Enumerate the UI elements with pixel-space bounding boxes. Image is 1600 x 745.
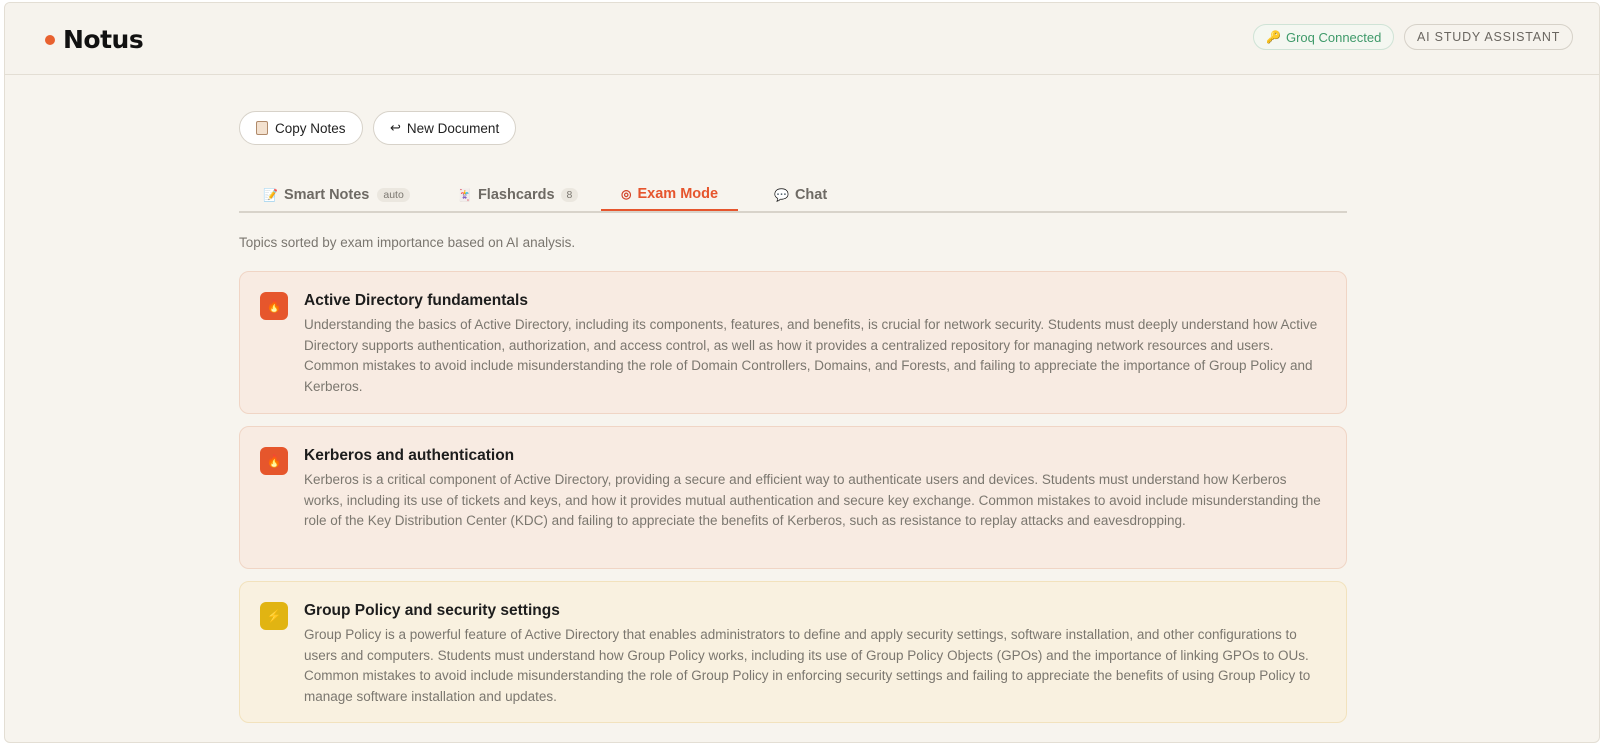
app-window: Notus 🔑 Groq Connected AI STUDY ASSISTAN…	[4, 2, 1600, 743]
copy-notes-button[interactable]: Copy Notes	[239, 111, 363, 145]
fire-icon: 🔥	[260, 292, 288, 320]
topic-title: Kerberos and authentication	[304, 447, 515, 464]
topic-description: Kerberos is a critical component of Acti…	[304, 472, 1321, 528]
brand-name: Notus	[63, 25, 144, 54]
topic-description: Group Policy is a powerful feature of Ac…	[304, 627, 1311, 704]
tab-chat[interactable]: 💬 Chat	[774, 179, 827, 211]
topic-title: Group Policy and security settings	[304, 602, 560, 619]
return-arrow-icon: ↩	[390, 120, 401, 135]
tab-flashcards-badge: 8	[560, 188, 579, 202]
key-icon: 🔑	[1266, 30, 1281, 44]
brand-dot-icon	[45, 34, 55, 45]
tab-exam-mode[interactable]: ◎ Exam Mode	[601, 179, 739, 211]
groq-status-badge: 🔑 Groq Connected	[1253, 24, 1395, 50]
top-bar: Notus 🔑 Groq Connected AI STUDY ASSISTAN…	[5, 3, 1599, 75]
notes-icon: 📝	[263, 188, 278, 202]
tab-smart-notes-label: Smart Notes	[283, 187, 370, 203]
brand-logo[interactable]: Notus	[45, 25, 144, 54]
role-badge: AI STUDY ASSISTANT	[1404, 24, 1574, 50]
topic-card: 🔥 Active Directory fundamentals Understa…	[239, 271, 1347, 414]
new-document-label: New Document	[406, 120, 500, 136]
role-badge-label: AI STUDY ASSISTANT	[1417, 30, 1561, 44]
topic-description: Understanding the basics of Active Direc…	[304, 317, 1318, 394]
tab-flashcards-label: Flashcards	[477, 187, 555, 203]
target-icon: ◎	[621, 187, 632, 201]
exam-subtitle: Topics sorted by exam importance based o…	[239, 235, 576, 250]
tab-flashcards[interactable]: 🃏 Flashcards 8	[457, 179, 579, 211]
chat-bubble-icon: 💬	[774, 188, 789, 202]
cards-icon: 🃏	[457, 188, 472, 202]
tab-smart-notes-badge: auto	[377, 188, 410, 202]
topic-card: 🔥 Kerberos and authentication Kerberos i…	[239, 426, 1347, 569]
topic-card: ⚡ Group Policy and security settings Gro…	[239, 581, 1347, 723]
clipboard-icon	[256, 121, 268, 135]
groq-status-label: Groq Connected	[1285, 29, 1382, 45]
tab-chat-label: Chat	[794, 187, 828, 203]
tab-exam-mode-label: Exam Mode	[637, 186, 719, 202]
tab-smart-notes[interactable]: 📝 Smart Notes auto	[263, 179, 410, 211]
copy-notes-label: Copy Notes	[275, 120, 346, 136]
new-document-button[interactable]: ↩ New Document	[373, 111, 517, 145]
topic-title: Active Directory fundamentals	[304, 292, 528, 309]
tab-bar: 📝 Smart Notes auto 🃏 Flashcards 8 ◎ Exam…	[239, 179, 1347, 213]
fire-icon: 🔥	[260, 447, 288, 475]
lightning-icon: ⚡	[260, 602, 288, 630]
